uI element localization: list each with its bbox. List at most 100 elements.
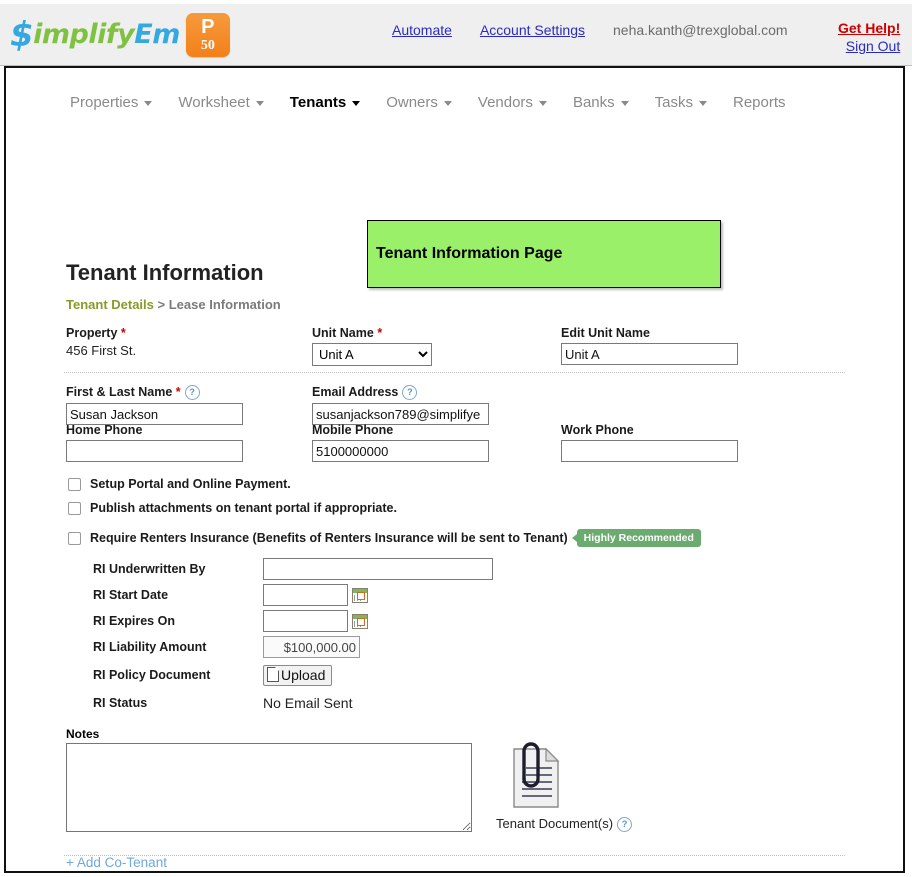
option-require-renters-insurance[interactable]: Require Renters Insurance (Benefits of R… xyxy=(68,529,903,547)
page-title: Tenant Information xyxy=(66,260,264,286)
breadcrumb-tenant-details[interactable]: Tenant Details xyxy=(66,297,154,312)
tenant-information-form: Property * 456 First St. Unit Name * Uni… xyxy=(6,314,903,856)
tenant-documents-caption-text: Tenant Document(s) xyxy=(496,816,613,831)
unit-name-label-text: Unit Name xyxy=(312,326,374,340)
calendar-icon[interactable] xyxy=(352,588,368,603)
nav-item-tenants[interactable]: Tenants xyxy=(290,94,360,111)
header-links: Automate Account Settings neha.kanth@tre… xyxy=(392,22,788,38)
option-publish-attachments[interactable]: Publish attachments on tenant portal if … xyxy=(68,501,903,515)
nav-label-reports: Reports xyxy=(733,94,786,111)
section-divider xyxy=(64,855,845,856)
get-help-link[interactable]: Get Help! xyxy=(838,20,900,36)
mobile-phone-input[interactable] xyxy=(312,440,489,462)
property-value: 456 First St. xyxy=(66,343,136,358)
ri-underwritten-by-input[interactable] xyxy=(263,558,493,580)
property-label-text: Property xyxy=(66,326,117,340)
first-last-name-label-text: First & Last Name xyxy=(66,385,172,399)
document-icon xyxy=(267,667,279,682)
mobile-phone-label: Mobile Phone xyxy=(312,423,489,437)
nav-item-vendors[interactable]: Vendors xyxy=(478,94,547,111)
edit-unit-name-input[interactable] xyxy=(561,343,738,365)
ri-expires-on-input[interactable] xyxy=(263,610,348,632)
logo-wordmark: $implifyEm xyxy=(10,18,180,52)
work-phone-field: Work Phone xyxy=(561,423,738,462)
plan-badge: P 50 xyxy=(186,13,230,57)
nav-item-owners[interactable]: Owners xyxy=(386,94,452,111)
app-header: $implifyEm P 50 Automate Account Setting… xyxy=(0,4,912,66)
annotation-callout-text: Tenant Information Page xyxy=(368,245,562,263)
home-phone-input[interactable] xyxy=(66,440,243,462)
breadcrumb-lease-information[interactable]: Lease Information xyxy=(169,297,281,312)
user-email-label: neha.kanth@trexglobal.com xyxy=(613,22,788,38)
form-row-phones: Home Phone Mobile Phone Work Phone xyxy=(6,421,903,467)
nav-item-reports[interactable]: Reports xyxy=(733,94,786,111)
property-label: Property * xyxy=(66,326,136,340)
main-navigation: Properties Worksheet Tenants Owners Vend… xyxy=(6,68,903,111)
tenant-documents-widget[interactable]: Tenant Document(s)? xyxy=(496,735,676,832)
content-frame: Properties Worksheet Tenants Owners Vend… xyxy=(4,66,905,873)
required-asterisk: * xyxy=(377,326,382,340)
add-co-tenant-link[interactable]: + Add Co-Tenant xyxy=(66,855,167,870)
chevron-down-icon xyxy=(144,101,152,106)
nav-item-properties[interactable]: Properties xyxy=(70,94,152,111)
renters-insurance-details: RI Underwritten By RI Start Date RI Expi… xyxy=(6,555,903,715)
breadcrumb: Tenant Details > Lease Information xyxy=(66,297,281,312)
chevron-down-icon xyxy=(256,101,264,106)
ri-policy-document-row: RI Policy Document Upload xyxy=(68,661,903,689)
help-icon[interactable]: ? xyxy=(185,385,200,400)
property-field: Property * 456 First St. xyxy=(66,326,136,358)
nav-label-properties: Properties xyxy=(70,94,138,111)
home-phone-label: Home Phone xyxy=(66,423,243,437)
tenant-documents-caption: Tenant Document(s)? xyxy=(496,816,676,832)
require-renters-insurance-checkbox[interactable] xyxy=(68,532,81,545)
ri-start-date-input[interactable] xyxy=(263,584,348,606)
ri-liability-amount-input xyxy=(263,636,360,658)
nav-label-banks: Banks xyxy=(573,94,615,111)
nav-label-worksheet: Worksheet xyxy=(178,94,249,111)
setup-portal-checkbox[interactable] xyxy=(68,478,81,491)
notes-textarea[interactable] xyxy=(66,743,472,832)
help-icon[interactable]: ? xyxy=(617,817,632,832)
annotation-callout: Tenant Information Page xyxy=(367,220,721,288)
option-setup-portal[interactable]: Setup Portal and Online Payment. xyxy=(68,477,903,491)
nav-item-tasks[interactable]: Tasks xyxy=(655,94,707,111)
unit-name-field: Unit Name * Unit A xyxy=(312,326,432,366)
work-phone-label: Work Phone xyxy=(561,423,738,437)
ri-status-value: No Email Sent xyxy=(263,695,352,711)
chevron-down-icon xyxy=(444,101,452,106)
sign-out-link[interactable]: Sign Out xyxy=(838,38,900,54)
ri-underwritten-by-label: RI Underwritten By xyxy=(68,562,263,576)
first-last-name-label: First & Last Name *? xyxy=(66,385,243,400)
help-icon[interactable]: ? xyxy=(402,385,417,400)
calendar-icon[interactable] xyxy=(352,614,368,629)
nav-label-vendors: Vendors xyxy=(478,94,533,111)
nav-item-banks[interactable]: Banks xyxy=(573,94,629,111)
logo-text-em: Em xyxy=(134,19,180,50)
breadcrumb-separator: > xyxy=(158,297,166,312)
edit-unit-name-field: Edit Unit Name xyxy=(561,326,738,365)
logo-text-implify: implify xyxy=(33,19,134,50)
publish-attachments-checkbox[interactable] xyxy=(68,502,81,515)
ri-liability-amount-row: RI Liability Amount xyxy=(68,635,903,659)
email-address-label-text: Email Address xyxy=(312,385,398,399)
account-settings-link[interactable]: Account Settings xyxy=(480,22,585,38)
chevron-down-icon xyxy=(352,101,360,106)
publish-attachments-label: Publish attachments on tenant portal if … xyxy=(90,501,397,515)
first-last-name-field: First & Last Name *? xyxy=(66,385,243,425)
nav-label-tasks: Tasks xyxy=(655,94,693,111)
plan-badge-letter: P xyxy=(201,17,214,37)
require-renters-insurance-label: Require Renters Insurance (Benefits of R… xyxy=(90,531,568,545)
nav-item-worksheet[interactable]: Worksheet xyxy=(178,94,263,111)
work-phone-input[interactable] xyxy=(561,440,738,462)
ri-policy-document-label: RI Policy Document xyxy=(68,668,263,682)
highly-recommended-badge: Highly Recommended xyxy=(577,529,701,547)
automate-link[interactable]: Automate xyxy=(392,22,452,38)
brand-logo[interactable]: $implifyEm P 50 xyxy=(10,13,230,57)
ri-status-label: RI Status xyxy=(68,696,263,710)
upload-button-label: Upload xyxy=(281,667,325,683)
upload-button[interactable]: Upload xyxy=(263,665,332,686)
edit-unit-name-label: Edit Unit Name xyxy=(561,326,738,340)
required-asterisk: * xyxy=(121,326,126,340)
unit-name-select[interactable]: Unit A xyxy=(312,343,432,366)
nav-label-tenants: Tenants xyxy=(290,94,346,111)
